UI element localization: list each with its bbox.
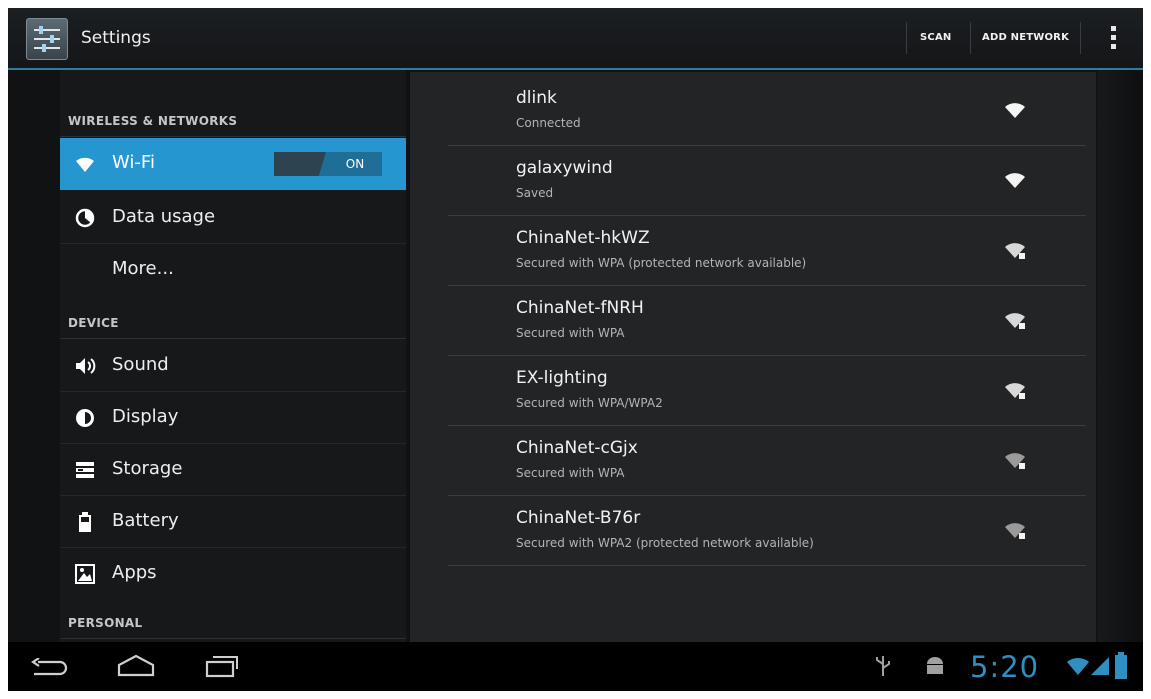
- network-status: Secured with WPA (protected network avai…: [516, 256, 807, 270]
- network-list-item[interactable]: ChinaNet-hkWZ Secured with WPA (protected…: [448, 216, 1086, 286]
- network-name: ChinaNet-hkWZ: [516, 228, 650, 248]
- secured-wifi-signal-icon: [1005, 313, 1025, 329]
- network-name: dlink: [516, 88, 557, 108]
- network-status: Secured with WPA/WPA2: [516, 396, 663, 410]
- section-divider: [60, 136, 406, 137]
- sidebar-item-label: Storage: [112, 458, 183, 479]
- network-status: Secured with WPA: [516, 326, 625, 340]
- network-list-item[interactable]: ChinaNet-cGjx Secured with WPA: [448, 426, 1086, 496]
- sidebar-item-apps[interactable]: Apps: [60, 548, 406, 600]
- network-status: Connected: [516, 116, 581, 130]
- scan-button[interactable]: SCAN: [920, 32, 951, 43]
- android-debug-icon: [927, 657, 943, 674]
- secured-wifi-signal-icon: [1005, 243, 1025, 259]
- sidebar-item-storage[interactable]: Storage: [60, 444, 406, 496]
- sidebar-item-label: Sound: [112, 354, 169, 375]
- wifi-signal-icon: [1005, 173, 1025, 188]
- recent-apps-icon[interactable]: [204, 654, 240, 678]
- wifi-signal-icon: [1067, 657, 1089, 675]
- sidebar-item-sound[interactable]: Sound: [60, 340, 406, 392]
- battery-icon: [79, 512, 91, 532]
- usb-icon: [876, 656, 890, 676]
- network-list-item[interactable]: EX-lighting Secured with WPA/WPA2: [448, 356, 1086, 426]
- section-header-device: DEVICE: [68, 316, 119, 330]
- apps-icon: [75, 564, 95, 584]
- section-divider: [60, 338, 406, 339]
- network-list-item[interactable]: dlink Connected: [448, 76, 1086, 146]
- sound-icon: [76, 358, 96, 374]
- network-name: ChinaNet-cGjx: [516, 438, 638, 458]
- secured-wifi-signal-icon: [1005, 383, 1025, 399]
- sidebar-item-label: Display: [112, 406, 179, 427]
- add-network-button[interactable]: ADD NETWORK: [982, 32, 1069, 43]
- back-icon[interactable]: [30, 658, 68, 678]
- network-name: ChinaNet-fNRH: [516, 298, 644, 318]
- network-list-item[interactable]: galaxywind Saved: [448, 146, 1086, 216]
- battery-status-icon: [1115, 652, 1127, 679]
- sidebar-item-label: Battery: [112, 510, 179, 531]
- sidebar-item-display[interactable]: Display: [60, 392, 406, 444]
- divider: [970, 22, 971, 54]
- wifi-icon: [76, 157, 94, 172]
- sidebar-item-wifi[interactable]: Wi-Fi ON: [60, 138, 406, 190]
- sidebar-item-label: Apps: [112, 562, 157, 583]
- wifi-toggle-switch[interactable]: ON: [274, 152, 382, 176]
- network-name: galaxywind: [516, 158, 613, 178]
- home-icon[interactable]: [116, 654, 156, 678]
- section-divider: [60, 638, 406, 639]
- section-header-personal: PERSONAL: [68, 616, 143, 630]
- storage-icon: [76, 462, 94, 478]
- panel-edge: [1098, 70, 1143, 642]
- network-name: ChinaNet-B76r: [516, 508, 641, 528]
- display-icon: [76, 409, 94, 427]
- settings-sidebar: WIRELESS & NETWORKS Wi-Fi ON Data usage …: [60, 70, 406, 642]
- sidebar-item-more[interactable]: More...: [60, 244, 406, 296]
- sidebar-item-battery[interactable]: Battery: [60, 496, 406, 548]
- network-list-item[interactable]: ChinaNet-B76r Secured with WPA2 (protecte…: [448, 496, 1086, 566]
- network-status: Secured with WPA2 (protected network ava…: [516, 536, 814, 550]
- secured-wifi-signal-icon: [1005, 453, 1025, 469]
- action-bar: Settings SCAN ADD NETWORK: [8, 8, 1143, 70]
- secured-wifi-signal-icon: [1005, 523, 1025, 539]
- overflow-menu-icon[interactable]: [1102, 24, 1126, 52]
- settings-app-icon[interactable]: [26, 18, 68, 60]
- sidebar-item-label: Data usage: [112, 206, 216, 227]
- tablet-screen: Settings SCAN ADD NETWORK WIRELESS & NET…: [8, 8, 1143, 691]
- wifi-signal-icon: [1005, 103, 1025, 118]
- divider: [1080, 22, 1081, 54]
- divider: [906, 22, 907, 54]
- page-title: Settings: [81, 28, 151, 48]
- network-status: Saved: [516, 186, 554, 200]
- sidebar-item-data-usage[interactable]: Data usage: [60, 192, 406, 244]
- section-header-wireless: WIRELESS & NETWORKS: [68, 114, 238, 128]
- system-navigation-bar: 5:20: [8, 642, 1143, 691]
- network-status: Secured with WPA: [516, 466, 625, 480]
- sidebar-item-label: Wi-Fi: [112, 152, 155, 173]
- toggle-label: ON: [345, 157, 365, 171]
- wifi-network-list: dlink Connected galaxywind Saved ChinaNet-hk…: [410, 72, 1096, 642]
- cell-signal-icon: [1091, 657, 1109, 675]
- status-clock: 5:20: [970, 650, 1040, 684]
- sidebar-item-label: More...: [112, 258, 174, 279]
- data-usage-icon: [75, 208, 95, 228]
- network-name: EX-lighting: [516, 368, 608, 388]
- network-list-item[interactable]: ChinaNet-fNRH Secured with WPA: [448, 286, 1086, 356]
